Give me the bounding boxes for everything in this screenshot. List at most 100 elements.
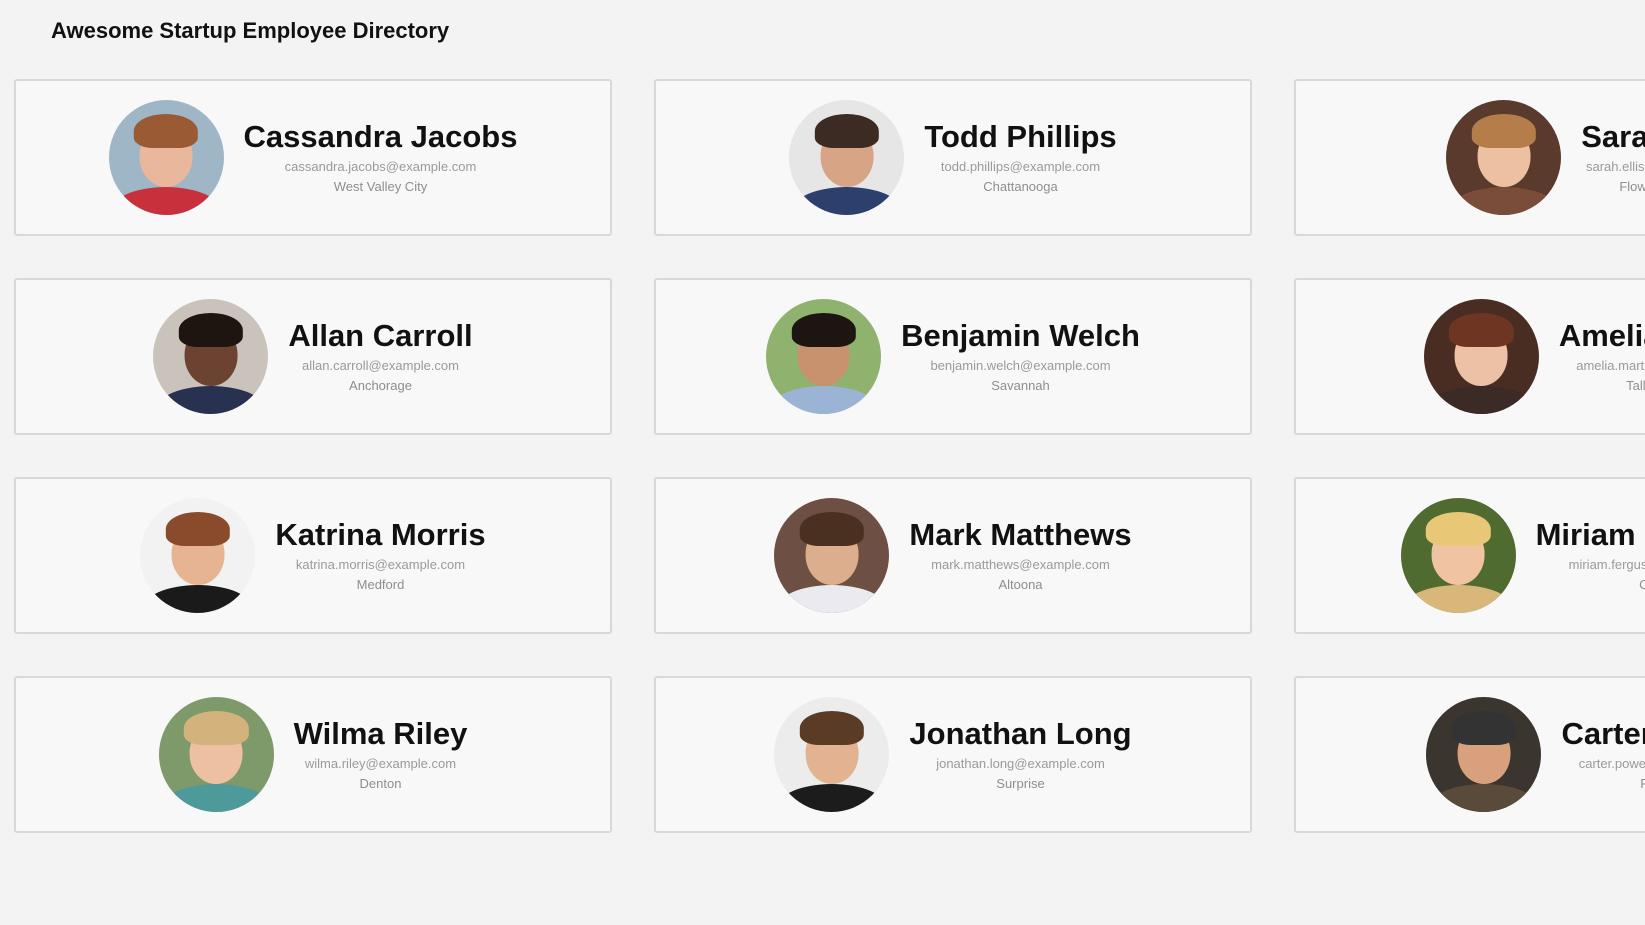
employee-card-content: Carter Powell carter.powell@example.com Pu… [1296,678,1645,831]
employee-avatar [108,100,224,215]
employee-avatar [1423,299,1539,414]
employee-name: Cassandra Jacobs [243,118,518,154]
employee-email: cassandra.jacobs@example.com [284,158,477,174]
avatar-shoulders [110,187,222,215]
employee-city: Anchorage [349,377,412,393]
employee-card-content: Jonathan Long jonathan.long@example.com Su… [656,678,1250,831]
avatar-shoulders [142,585,254,613]
employee-info: Cassandra Jacobs cassandra.jacobs@example… [244,119,518,197]
employee-email: benjamin.welch@example.com [930,357,1111,373]
avatar-shoulders [776,585,888,613]
employee-card-content: Mark Matthews mark.matthews@example.com Al… [656,479,1250,632]
employee-card[interactable]: Cassandra Jacobs cassandra.jacobs@example… [14,79,612,236]
employee-card-content: Benjamin Welch benjamin.welch@example.com… [656,280,1250,433]
employee-city: Flower Mound [1619,178,1645,194]
employee-name: Katrina Morris [275,516,486,552]
avatar-shoulders [1428,784,1540,812]
employee-city: Denton [359,775,402,791]
employee-card[interactable]: Amelia Martin amelia.martin@example.com Ta… [1294,278,1645,435]
employee-avatar [153,299,269,414]
employee-email: todd.phillips@example.com [940,158,1101,174]
avatar-hair [799,710,865,746]
avatar-hair [1449,312,1514,348]
employee-card[interactable]: Allan Carroll allan.carroll@example.com An… [14,278,612,435]
employee-info: Allan Carroll allan.carroll@example.com An… [288,318,472,396]
employee-email: carter.powell@example.com [1578,755,1645,771]
employee-city: Savannah [991,377,1050,393]
employee-avatar [1446,100,1562,215]
employee-card[interactable]: Mark Matthews mark.matthews@example.com Al… [654,477,1252,634]
employee-info: Jonathan Long jonathan.long@example.com Su… [909,716,1131,794]
avatar-shoulders [776,784,888,812]
employee-info: Amelia Martin amelia.martin@example.com Ta… [1559,318,1645,396]
employee-card[interactable]: Katrina Morris katrina.morris@example.com… [14,477,612,634]
avatar-hair [1471,113,1536,149]
employee-name: Carter Powell [1561,715,1645,751]
avatar-hair [178,312,244,348]
employee-email: miriam.ferguson@example.com [1568,556,1645,572]
avatar-hair [133,113,199,149]
employee-email: jonathan.long@example.com [936,755,1105,771]
employee-card[interactable]: Sarah Ellis sarah.ellis@example.com Flower… [1294,79,1645,236]
avatar-hair [814,113,880,149]
avatar-shoulders [1426,386,1537,414]
employee-avatar [774,498,890,613]
employee-avatar [140,498,256,613]
page-title: Awesome Startup Employee Directory [51,18,450,43]
employee-info: Miriam Ferguson miriam.ferguson@example.c… [1536,517,1645,595]
avatar-shoulders [160,784,272,812]
avatar-hair [799,511,865,547]
avatar-shoulders [1402,585,1514,613]
employee-city: Altoona [998,576,1043,592]
employee-name: Sarah Ellis [1581,118,1645,154]
avatar-shoulders [155,386,267,414]
employee-card[interactable]: Wilma Riley wilma.riley@example.com Denton [14,676,612,833]
employee-card-content: Miriam Ferguson miriam.ferguson@example.c… [1296,479,1645,632]
employee-card[interactable]: Jonathan Long jonathan.long@example.com Su… [654,676,1252,833]
employee-info: Sarah Ellis sarah.ellis@example.com Flower… [1581,119,1645,197]
employee-city: Medford [356,576,405,592]
employee-name: Benjamin Welch [901,317,1140,353]
employee-card-content: Katrina Morris katrina.morris@example.com… [16,479,610,632]
directory-page: Awesome Startup Employee Directory Cassa… [0,0,1645,925]
avatar-hair [165,511,231,547]
employee-email: amelia.martin@example.com [1576,357,1645,373]
employee-card[interactable]: Miriam Ferguson miriam.ferguson@example.c… [1294,477,1645,634]
employee-info: Benjamin Welch benjamin.welch@example.com… [901,318,1140,396]
employee-card[interactable]: Todd Phillips todd.phillips@example.com Ch… [654,79,1252,236]
avatar-hair [791,312,856,348]
employee-card[interactable]: Carter Powell carter.powell@example.com Pu… [1294,676,1645,833]
employee-city: Tallahassee [1626,377,1645,393]
avatar-hair [1451,710,1517,746]
employee-info: Mark Matthews mark.matthews@example.com Al… [909,517,1131,595]
employee-email: wilma.riley@example.com [304,755,457,771]
employee-card-content: Todd Phillips todd.phillips@example.com Ch… [656,81,1250,234]
employee-info: Carter Powell carter.powell@example.com Pu… [1561,716,1645,794]
employee-city: Pueblo [1561,774,1645,794]
employee-card-content: Sarah Ellis sarah.ellis@example.com Flower… [1296,81,1645,234]
employee-avatar [1426,697,1542,812]
employee-card-content: Cassandra Jacobs cassandra.jacobs@example… [16,81,610,234]
avatar-shoulders [791,187,903,215]
employee-card[interactable]: Benjamin Welch benjamin.welch@example.com… [654,278,1252,435]
employee-name: Allan Carroll [288,317,473,353]
employee-name: Jonathan Long [909,715,1132,751]
employee-email: mark.matthews@example.com [931,556,1110,572]
employee-card-content: Amelia Martin amelia.martin@example.com Ta… [1296,280,1645,433]
employee-card-content: Allan Carroll allan.carroll@example.com An… [16,280,610,433]
avatar-shoulders [768,386,879,414]
employee-avatar [774,697,890,812]
avatar-hair [1425,511,1491,547]
employee-name: Todd Phillips [924,118,1117,154]
employee-city: Chattanooga [983,178,1058,194]
employee-email: katrina.morris@example.com [295,556,466,572]
employee-city: West Valley City [333,178,428,194]
employee-name: Wilma Riley [293,715,468,751]
employee-email: sarah.ellis@example.com [1585,158,1645,174]
employee-avatar [766,299,882,414]
employee-email: allan.carroll@example.com [302,357,459,373]
employee-name: Amelia Martin [1558,317,1645,353]
employee-info: Katrina Morris katrina.morris@example.com… [275,517,485,595]
employee-city: Corona [1536,575,1645,595]
employee-avatar [158,697,274,812]
